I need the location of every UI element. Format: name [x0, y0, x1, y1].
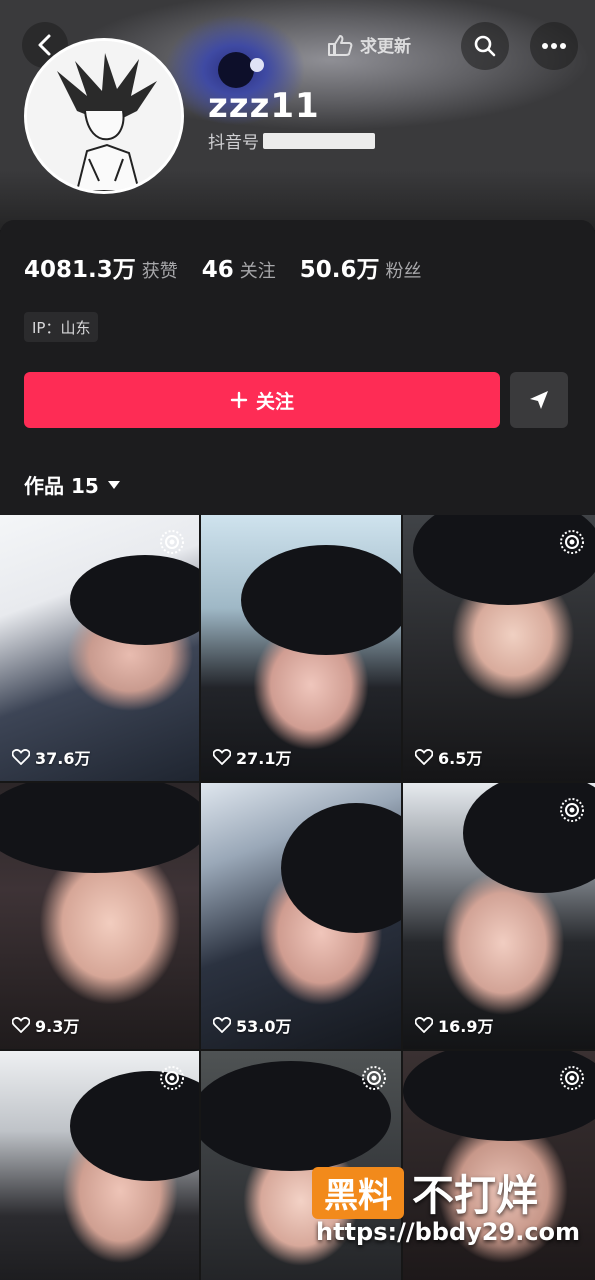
video-likes: 27.1万 — [213, 745, 291, 769]
video-likes: 16.9万 — [415, 1013, 493, 1037]
chevron-left-icon — [38, 34, 51, 56]
live-ring-icon — [560, 798, 584, 822]
send-icon — [530, 391, 548, 409]
request-update-button[interactable]: 求更新 — [326, 32, 411, 57]
works-title: 作品 15 — [24, 474, 99, 498]
live-ring-icon — [160, 530, 184, 554]
stat-followers[interactable]: 50.6万 粉丝 — [300, 250, 422, 284]
video-likes-count: 53.0万 — [236, 1017, 292, 1036]
tile-hair-shape — [241, 545, 401, 655]
heart-icon — [12, 749, 30, 765]
stat-likes-value: 4081.3万 — [24, 257, 136, 283]
caret-down-icon — [107, 480, 120, 489]
video-tile[interactable]: 37.6万 — [0, 515, 199, 781]
stat-followers-label: 粉丝 — [385, 261, 422, 282]
more-button[interactable] — [530, 22, 578, 70]
video-likes: 6.5万 — [415, 745, 482, 769]
heart-icon — [12, 1017, 30, 1033]
douyin-id-label: 抖音号 — [208, 133, 259, 153]
works-tab[interactable]: 作品 15 — [24, 470, 121, 499]
stat-following-label: 关注 — [239, 261, 276, 282]
video-likes: 9.3万 — [12, 1013, 79, 1037]
video-tile[interactable]: 6.5万 — [403, 515, 595, 781]
banner-eye-highlight — [250, 58, 264, 72]
video-likes-count: 16.9万 — [438, 1017, 494, 1036]
live-ring-icon — [560, 530, 584, 554]
video-likes-count: 9.3万 — [35, 1017, 80, 1036]
request-update-label: 求更新 — [360, 37, 411, 57]
live-ring-icon — [160, 1066, 184, 1090]
follow-button[interactable]: 关注 — [24, 372, 500, 428]
video-tile[interactable] — [0, 1051, 199, 1280]
video-likes-count: 6.5万 — [438, 749, 483, 768]
watermark-text: 不打烊 — [412, 1171, 539, 1220]
stat-likes[interactable]: 4081.3万 获赞 — [24, 250, 178, 284]
tile-hair-shape — [70, 555, 199, 645]
stat-following-value: 46 — [201, 257, 234, 283]
tile-hair-shape — [281, 803, 401, 933]
stat-likes-label: 获赞 — [141, 261, 178, 282]
username: zzz11 — [208, 86, 320, 126]
search-icon — [474, 35, 496, 57]
video-likes-count: 27.1万 — [236, 749, 292, 768]
watermark-badge: 黑料 — [312, 1166, 404, 1219]
video-likes: 53.0万 — [213, 1013, 291, 1037]
heart-icon — [415, 1017, 433, 1033]
live-ring-icon — [362, 1066, 386, 1090]
video-tile[interactable]: 9.3万 — [0, 783, 199, 1049]
plus-icon — [230, 391, 248, 409]
douyin-id: 抖音号 — [208, 128, 375, 153]
video-likes: 37.6万 — [12, 745, 90, 769]
watermark: 黑料 不打烊 — [312, 1162, 538, 1223]
stat-followers-value: 50.6万 — [299, 257, 380, 283]
video-tile[interactable]: 16.9万 — [403, 783, 595, 1049]
more-dots-icon — [542, 43, 566, 49]
profile-stats: 4081.3万 获赞 46 关注 50.6万 粉丝 — [24, 250, 446, 284]
thumb-hand-icon — [328, 34, 353, 56]
live-ring-icon — [560, 1066, 584, 1090]
douyin-id-redacted — [263, 132, 375, 149]
video-tile[interactable]: 53.0万 — [201, 783, 401, 1049]
video-tile[interactable]: 27.1万 — [201, 515, 401, 781]
ip-location-tag: IP：山东 — [24, 312, 99, 342]
heart-icon — [415, 749, 433, 765]
share-button[interactable] — [510, 372, 568, 428]
watermark-url: https://bbdy29.com — [316, 1218, 581, 1246]
stat-following[interactable]: 46 关注 — [202, 257, 276, 283]
banner-eye-pupil — [218, 52, 254, 88]
avatar-illustration — [27, 41, 181, 191]
follow-button-label: 关注 — [255, 390, 294, 413]
heart-icon — [213, 749, 231, 765]
avatar[interactable] — [24, 38, 184, 194]
heart-icon — [213, 1017, 231, 1033]
video-likes-count: 37.6万 — [35, 749, 91, 768]
tile-hair-shape — [0, 783, 199, 873]
search-button[interactable] — [461, 22, 509, 70]
